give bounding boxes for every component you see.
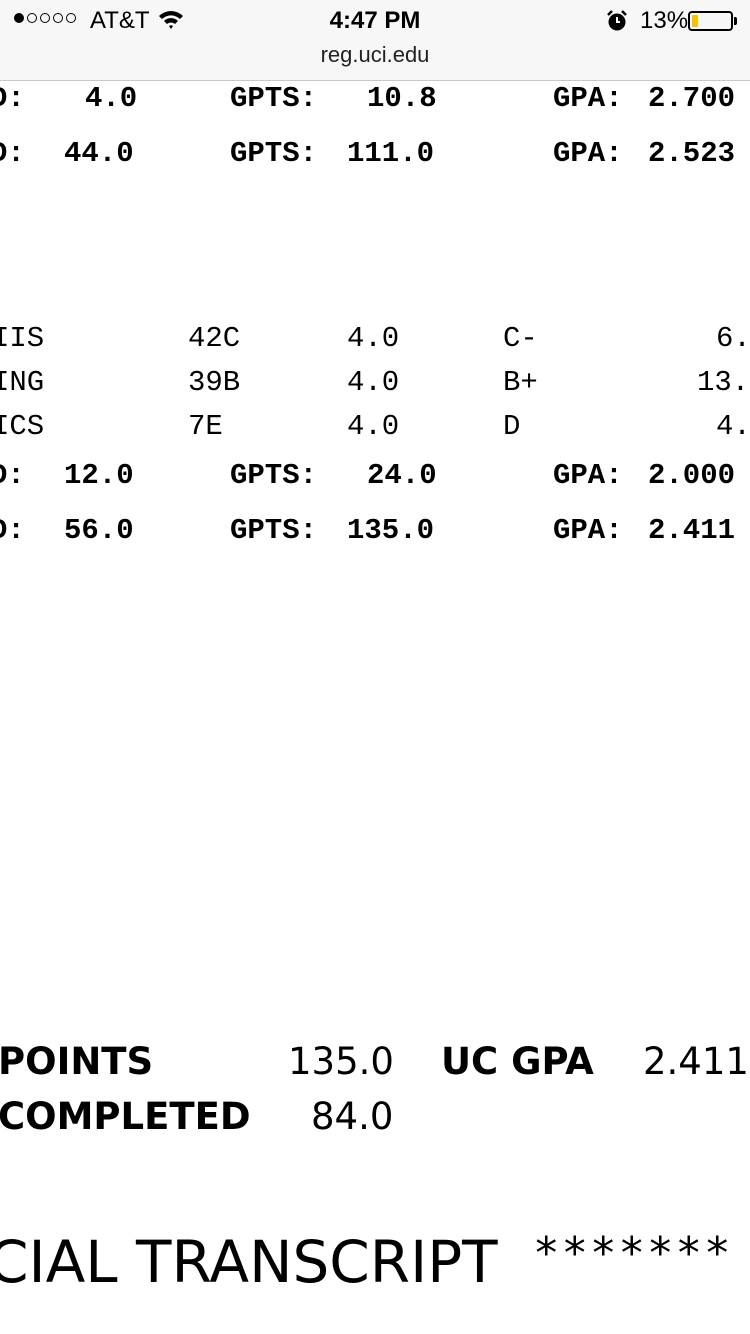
- term-gpts-value: 10.8: [367, 82, 437, 115]
- course-number: 42C: [188, 322, 241, 355]
- course-units: 4.0: [347, 366, 400, 399]
- unofficial-transcript-text: CIAL TRANSCRIPT: [0, 1228, 498, 1296]
- cumulative-attempted-value: 44.0: [64, 137, 134, 170]
- course-points: 4.: [716, 410, 750, 443]
- course-dept: ICS: [0, 410, 45, 443]
- term-gpts-label: GPTS:: [230, 459, 318, 492]
- term-gpa-value: 2.700: [648, 82, 736, 115]
- cumulative-gpa-value: 2.411: [648, 514, 736, 547]
- course-points: 6.: [716, 322, 750, 355]
- cumulative-gpa-label: GPA:: [553, 137, 623, 170]
- total-points-value: 135.0: [288, 1040, 394, 1083]
- course-dept: ING: [0, 366, 45, 399]
- course-number: 39B: [188, 366, 241, 399]
- course-dept: IIS: [0, 322, 45, 355]
- course-grade: B+: [503, 366, 538, 399]
- uc-gpa-label: UC GPA: [441, 1040, 594, 1083]
- term-gpts-value: 24.0: [367, 459, 437, 492]
- cumulative-gpts-label: GPTS:: [230, 514, 318, 547]
- cumulative-attempted-label: D:: [0, 514, 25, 547]
- battery-percent: 13%: [640, 7, 689, 34]
- term-attempted-value: 12.0: [64, 459, 134, 492]
- term-attempted-label: D:: [0, 82, 25, 115]
- term-gpa-label: GPA:: [553, 82, 623, 115]
- term-attempted-value: 4.0: [85, 82, 138, 115]
- cumulative-gpts-value: 135.0: [347, 514, 435, 547]
- cumulative-gpts-value: 111.0: [347, 137, 435, 170]
- clock-time: 4:47 PM: [329, 7, 421, 34]
- status-bar: AT&T 4:47 PM reg.uci.edu 13%: [0, 0, 750, 81]
- battery-level-fill: [692, 15, 698, 27]
- course-units: 4.0: [347, 410, 400, 443]
- course-units: 4.0: [347, 322, 400, 355]
- cumulative-gpa-label: GPA:: [553, 514, 623, 547]
- cumulative-attempted-value: 56.0: [64, 514, 134, 547]
- course-points: 13.: [697, 366, 750, 399]
- battery-icon: [688, 11, 733, 31]
- cumulative-attempted-label: D:: [0, 137, 25, 170]
- units-completed-label: COMPLETED: [0, 1095, 251, 1138]
- total-points-label: POINTS: [0, 1040, 154, 1083]
- cumulative-gpa-value: 2.523: [648, 137, 736, 170]
- term-attempted-label: D:: [0, 459, 25, 492]
- course-grade: C-: [503, 322, 538, 355]
- cumulative-gpts-label: GPTS:: [230, 137, 318, 170]
- course-grade: D: [503, 410, 521, 443]
- asterisk-border: *******: [533, 1228, 733, 1279]
- address-bar-url[interactable]: reg.uci.edu: [0, 42, 750, 68]
- term-gpa-label: GPA:: [553, 459, 623, 492]
- term-gpts-label: GPTS:: [230, 82, 318, 115]
- term-gpa-value: 2.000: [648, 459, 736, 492]
- uc-gpa-value: 2.411: [643, 1040, 749, 1083]
- course-number: 7E: [188, 410, 223, 443]
- alarm-icon: [607, 10, 627, 31]
- units-completed-value: 84.0: [311, 1095, 394, 1138]
- battery-nub: [734, 17, 737, 25]
